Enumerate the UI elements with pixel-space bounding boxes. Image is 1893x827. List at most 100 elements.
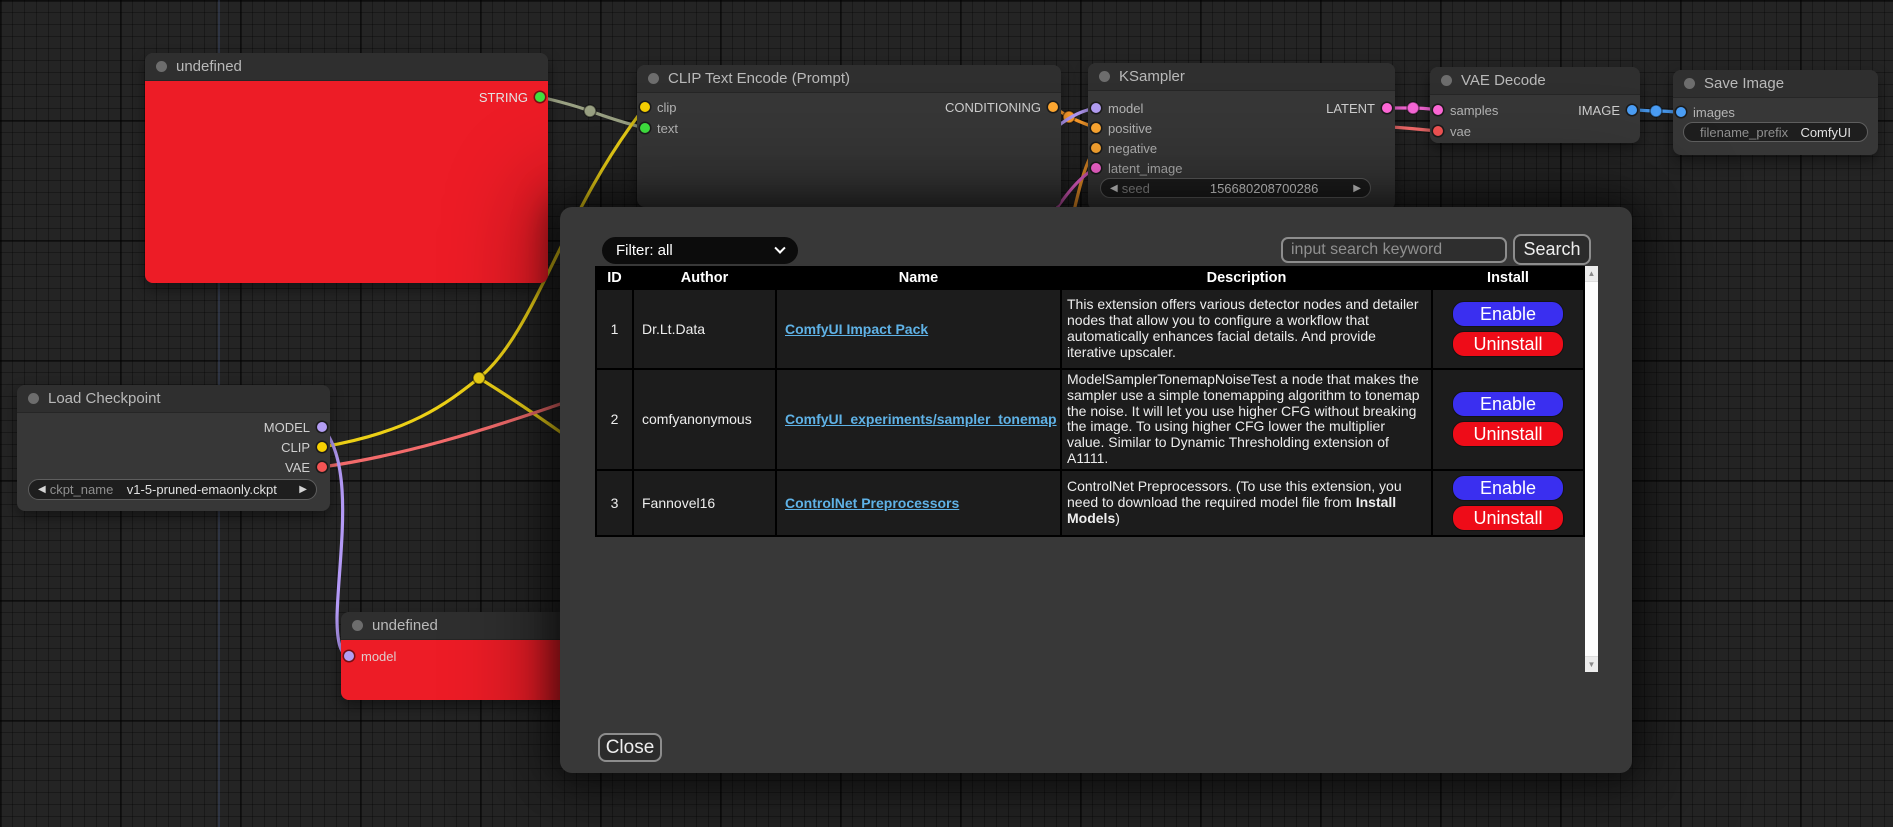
node-title: CLIP Text Encode (Prompt): [668, 70, 850, 87]
output-slot-image[interactable]: [1627, 105, 1637, 115]
output-label: IMAGE: [1578, 103, 1620, 118]
scroll-up-icon[interactable]: ▲: [1585, 266, 1598, 281]
error-node-body: STRING: [145, 81, 548, 283]
uninstall-button[interactable]: Uninstall: [1452, 331, 1564, 357]
output-slot-latent[interactable]: [1382, 103, 1392, 113]
enable-button[interactable]: Enable: [1452, 301, 1564, 327]
increment-arrow-icon[interactable]: ▶: [1344, 183, 1370, 194]
input-slot-images[interactable]: [1676, 107, 1686, 117]
output-label: CLIP: [281, 440, 310, 455]
node-title: KSampler: [1119, 68, 1185, 85]
input-slot-negative[interactable]: [1091, 143, 1101, 153]
input-slot-vae[interactable]: [1433, 126, 1443, 136]
widget-value: v1-5-pruned-emaonly.ckpt: [127, 482, 277, 497]
node-title: VAE Decode: [1461, 72, 1546, 89]
input-slot-clip[interactable]: [640, 102, 650, 112]
reroute-dot[interactable]: [1407, 102, 1419, 114]
output-slot-string[interactable]: [535, 92, 545, 102]
widget-label: seed: [1122, 181, 1150, 196]
node-undefined-top[interactable]: undefined STRING: [145, 53, 548, 283]
cell-id: 1: [596, 289, 633, 369]
table-row: 2 comfyanonymous ComfyUI_experiments/sam…: [596, 369, 1584, 470]
input-slot-samples[interactable]: [1433, 105, 1443, 115]
node-collapse-dot[interactable]: [1099, 71, 1110, 82]
node-collapse-dot[interactable]: [1684, 78, 1695, 89]
reroute-dot[interactable]: [584, 105, 596, 117]
uninstall-button[interactable]: Uninstall: [1452, 505, 1564, 531]
input-slot-latent-image[interactable]: [1091, 163, 1101, 173]
node-undefined-bottom[interactable]: undefined model: [341, 612, 569, 700]
table-row: 3 Fannovel16 ControlNet Preprocessors Co…: [596, 470, 1584, 536]
node-collapse-dot[interactable]: [28, 393, 39, 404]
cell-description: ModelSamplerTonemapNoiseTest a node that…: [1061, 369, 1432, 470]
output-slot-clip[interactable]: [317, 442, 327, 452]
input-label: vae: [1450, 124, 1471, 139]
filter-select[interactable]: Filter: all: [602, 237, 798, 264]
table-header-row: ID Author Name Description Install: [596, 267, 1584, 289]
cell-author: Dr.Lt.Data: [633, 289, 776, 369]
cell-id: 2: [596, 369, 633, 470]
seed-widget[interactable]: ◀ seed 156680208700286 ▶: [1100, 178, 1371, 198]
comfyui-workspace: undefined STRING CLIP Text Encode (Promp…: [0, 0, 1893, 827]
node-load-checkpoint[interactable]: Load Checkpoint MODEL CLIP VAE ◀ ckpt_na…: [17, 385, 330, 511]
cell-description: This extension offers various detector n…: [1061, 289, 1432, 369]
output-label: MODEL: [264, 420, 310, 435]
column-header-author: Author: [633, 267, 776, 289]
filename-prefix-widget[interactable]: filename_prefix ComfyUI: [1683, 122, 1868, 142]
node-collapse-dot[interactable]: [648, 73, 659, 84]
extension-manager-dialog: Filter: all Search ID Author Name Descri…: [560, 207, 1632, 773]
next-arrow-icon[interactable]: ▶: [290, 484, 316, 495]
uninstall-button[interactable]: Uninstall: [1452, 421, 1564, 447]
reroute-dot[interactable]: [1650, 105, 1662, 117]
filter-selected-value: Filter: all: [616, 242, 673, 259]
cell-description: ControlNet Preprocessors. (To use this e…: [1061, 470, 1432, 536]
node-ksampler[interactable]: KSampler model positive negative latent_…: [1088, 63, 1395, 210]
node-save-image[interactable]: Save Image images filename_prefix ComfyU…: [1673, 70, 1878, 155]
scrollbar-thumb[interactable]: [1585, 281, 1598, 657]
ckpt-name-widget[interactable]: ◀ ckpt_name v1-5-pruned-emaonly.ckpt ▶: [28, 479, 317, 500]
node-clip-text-encode[interactable]: CLIP Text Encode (Prompt) clip text COND…: [637, 65, 1061, 207]
extension-link[interactable]: ComfyUI Impact Pack: [785, 321, 928, 337]
input-slot-model[interactable]: [344, 651, 354, 661]
widget-value: ComfyUI: [1800, 125, 1851, 140]
input-slot-text[interactable]: [640, 123, 650, 133]
output-label: STRING: [479, 90, 528, 105]
output-slot-vae[interactable]: [317, 462, 327, 472]
input-slot-model[interactable]: [1091, 103, 1101, 113]
input-label: negative: [1108, 141, 1157, 156]
table-scrollbar[interactable]: ▲ ▼: [1585, 266, 1598, 672]
enable-button[interactable]: Enable: [1452, 391, 1564, 417]
input-label: text: [657, 121, 678, 136]
decrement-arrow-icon[interactable]: ◀: [1101, 183, 1122, 194]
input-label: positive: [1108, 121, 1152, 136]
output-label: VAE: [285, 460, 310, 475]
column-header-name: Name: [776, 267, 1061, 289]
extension-link[interactable]: ComfyUI_experiments/sampler_tonemap: [785, 411, 1057, 427]
node-title: undefined: [372, 617, 438, 634]
input-label: model: [1108, 101, 1143, 116]
scroll-down-icon[interactable]: ▼: [1585, 657, 1598, 672]
extension-link[interactable]: ControlNet Preprocessors: [785, 495, 959, 511]
node-title: Load Checkpoint: [48, 390, 161, 407]
reroute-dot[interactable]: [473, 372, 485, 384]
output-label: CONDITIONING: [945, 100, 1041, 115]
chevron-down-icon: [774, 242, 785, 253]
prev-arrow-icon[interactable]: ◀: [29, 484, 50, 495]
output-slot-model[interactable]: [317, 422, 327, 432]
node-collapse-dot[interactable]: [1441, 75, 1452, 86]
search-button[interactable]: Search: [1513, 234, 1591, 265]
node-collapse-dot[interactable]: [352, 620, 363, 631]
enable-button[interactable]: Enable: [1452, 475, 1564, 501]
cell-author: comfyanonymous: [633, 369, 776, 470]
close-button[interactable]: Close: [598, 733, 662, 762]
table-row: 1 Dr.Lt.Data ComfyUI Impact Pack This ex…: [596, 289, 1584, 369]
node-collapse-dot[interactable]: [156, 61, 167, 72]
input-slot-positive[interactable]: [1091, 123, 1101, 133]
column-header-id: ID: [596, 267, 633, 289]
output-slot-conditioning[interactable]: [1048, 102, 1058, 112]
widget-value: 156680208700286: [1210, 181, 1318, 196]
search-input[interactable]: [1281, 237, 1507, 263]
input-label: model: [361, 649, 396, 664]
column-header-install: Install: [1432, 267, 1584, 289]
node-vae-decode[interactable]: VAE Decode samples vae IMAGE: [1430, 67, 1640, 143]
